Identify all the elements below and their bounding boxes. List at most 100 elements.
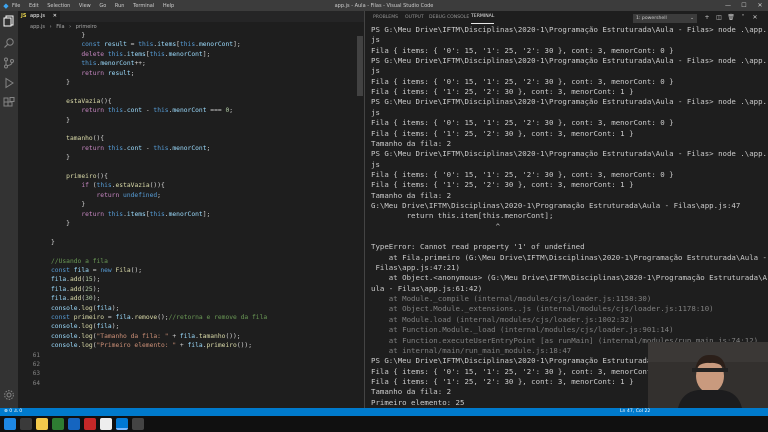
powerpoint-icon[interactable] [84,418,96,430]
start-menu-icon[interactable] [4,418,16,430]
terminal-line: js [371,159,380,169]
terminal-line: at Object.<anonymous> (G:\Meu Drive\IFTM… [371,273,768,283]
code-line[interactable]: console.log(fila); [51,305,119,312]
code-line[interactable]: //Usando a fila [51,258,108,265]
code-line[interactable]: const result = this.items[this.menorCont… [51,41,240,48]
tab-terminal[interactable]: TERMINAL [471,11,495,24]
menu-selection[interactable]: Selection [47,3,70,9]
explorer-icon[interactable] [3,15,15,27]
code-line[interactable]: } [51,239,55,246]
terminal-line: Primeiro elemento: 25 [371,397,465,407]
settings-gear-icon[interactable] [3,389,15,401]
line-number-gutter: 61 62 63 64 [18,32,46,408]
terminal-line: PS G:\Meu Drive\IFTM\Disciplinas\2020-1\… [371,149,768,159]
task-view-icon[interactable] [20,418,32,430]
problems-count[interactable]: ⊗ 0 ⚠ 0 [4,408,22,416]
code-line[interactable]: fila.add(15); [51,276,100,283]
line-number: 63 [32,370,40,378]
split-terminal-icon[interactable]: ◫ [715,13,723,23]
code-line[interactable]: const fila = new Fila(); [51,267,142,274]
code-line[interactable]: return this.cont - this.menorCont; [51,145,210,152]
code-line[interactable]: const primeiro = fila.remove();//retorna… [51,314,267,321]
terminal-line: ^ [371,221,501,231]
extensions-icon[interactable] [3,97,15,109]
terminal-line: at Module._compile (internal/modules/cjs… [371,294,652,304]
code-line[interactable]: if (this.estaVazia()){ [51,182,164,189]
terminal-line: Tamanho da fila: 2 [371,138,452,148]
word-icon[interactable] [68,418,80,430]
new-terminal-icon[interactable]: + [703,13,711,23]
menu-go[interactable]: Go [99,3,106,9]
terminal-shell-select[interactable]: 1: powershell ⌄ [633,14,697,23]
breadcrumb-method[interactable]: primeiro [76,24,97,30]
code-line[interactable]: } [51,32,85,39]
terminal-line: Fila { items: { '0': 15, '1': 25, '2': 3… [371,118,674,128]
code-line[interactable]: console.log(fila); [51,323,119,330]
close-panel-icon[interactable]: ✕ [751,13,759,23]
close-tab-icon[interactable]: ✕ [53,11,57,22]
chrome-icon[interactable] [100,418,112,430]
terminal-line: js [371,107,380,117]
terminal-line: ula - Filas\app.js:61:42) [371,283,483,293]
editor-scrollbar[interactable] [356,32,364,408]
code-line[interactable]: fila.add(30); [51,295,100,302]
breadcrumb-file[interactable]: app.js [30,24,45,30]
code-line[interactable]: return this.items[this.menorCont]; [51,211,210,218]
maximize-panel-icon[interactable]: ˄ [739,13,747,23]
breadcrumb-class[interactable]: Fila [56,24,64,30]
code-line[interactable]: estaVazia(){ [51,98,112,105]
scrollbar-thumb[interactable] [357,36,363,96]
tab-debug-console[interactable]: DEBUG CONSOLE [429,11,469,25]
code-line[interactable]: console.log("Primeiro elemento: " + fila… [51,342,252,349]
excel-icon[interactable] [52,418,64,430]
tab-app-js[interactable]: JS app.js ✕ [18,11,60,22]
activity-bar [0,11,18,408]
menu-help[interactable]: Help [163,3,174,9]
code-line[interactable]: } [51,79,70,86]
menu-view[interactable]: View [79,3,91,9]
terminal-line: at Function.Module._load (internal/modul… [371,325,674,335]
minimize-icon[interactable]: — [720,0,736,11]
menu-edit[interactable]: Edit [29,3,39,9]
menu-run[interactable]: Run [115,3,125,9]
terminal-line: PS G:\Meu Drive\IFTM\Disciplinas\2020-1\… [371,97,768,107]
line-number: 62 [32,361,40,368]
vscode-taskbar-icon[interactable] [116,418,128,430]
code-line[interactable]: this.menorCont++; [51,60,145,67]
code-line[interactable]: console.log("Tamanho da fila: " + fila.t… [51,333,241,340]
code-line[interactable]: } [51,154,70,161]
code-line[interactable]: } [51,201,85,208]
menu-bar: File Edit Selection View Go Run Terminal… [12,3,181,9]
code-line[interactable]: primeiro(){ [51,173,108,180]
os-taskbar [0,416,768,432]
breadcrumb: app.js › Fila › primeiro [18,22,364,32]
search-icon[interactable] [3,37,15,49]
code-line[interactable]: return undefined; [51,192,161,199]
app-taskbar-icon[interactable] [132,418,144,430]
shell-select-value: 1: powershell [636,16,667,21]
file-explorer-icon[interactable] [36,418,48,430]
cursor-position[interactable]: Ln 47, Col 22 [620,408,650,416]
code-line[interactable]: return this.cont - this.menorCont === 0; [51,107,233,114]
run-debug-icon[interactable] [3,77,15,89]
menu-terminal[interactable]: Terminal [133,3,154,9]
code-line[interactable]: } [51,117,70,124]
code-line[interactable]: } [51,220,70,227]
code-line[interactable]: tamanho(){ [51,135,104,142]
code-editor[interactable]: 61 62 63 64 } const result = this.items[thi… [18,32,364,408]
terminal-line: PS G:\Meu Drive\IFTM\Disciplinas\2020-1\… [371,56,768,66]
code-line[interactable]: return result; [51,70,134,77]
code-line[interactable]: fila.add(25); [51,286,100,293]
code-area[interactable]: } const result = this.items[this.menorCo… [51,32,351,408]
tab-output[interactable]: OUTPUT [405,11,424,25]
source-control-icon[interactable] [3,57,15,69]
close-icon[interactable]: ✕ [752,0,768,11]
menu-file[interactable]: File [12,3,20,9]
terminal-line: Fila { items: { '1': 25, '2': 30 }, cont… [371,376,634,386]
tab-problems[interactable]: PROBLEMS [373,11,398,25]
line-number: 64 [32,379,40,387]
chevron-right-icon: › [49,24,52,30]
maximize-icon[interactable]: ☐ [736,0,752,11]
code-line[interactable]: delete this.items[this.menorCont]; [51,51,210,58]
kill-terminal-icon[interactable]: 🗑 [727,13,735,23]
